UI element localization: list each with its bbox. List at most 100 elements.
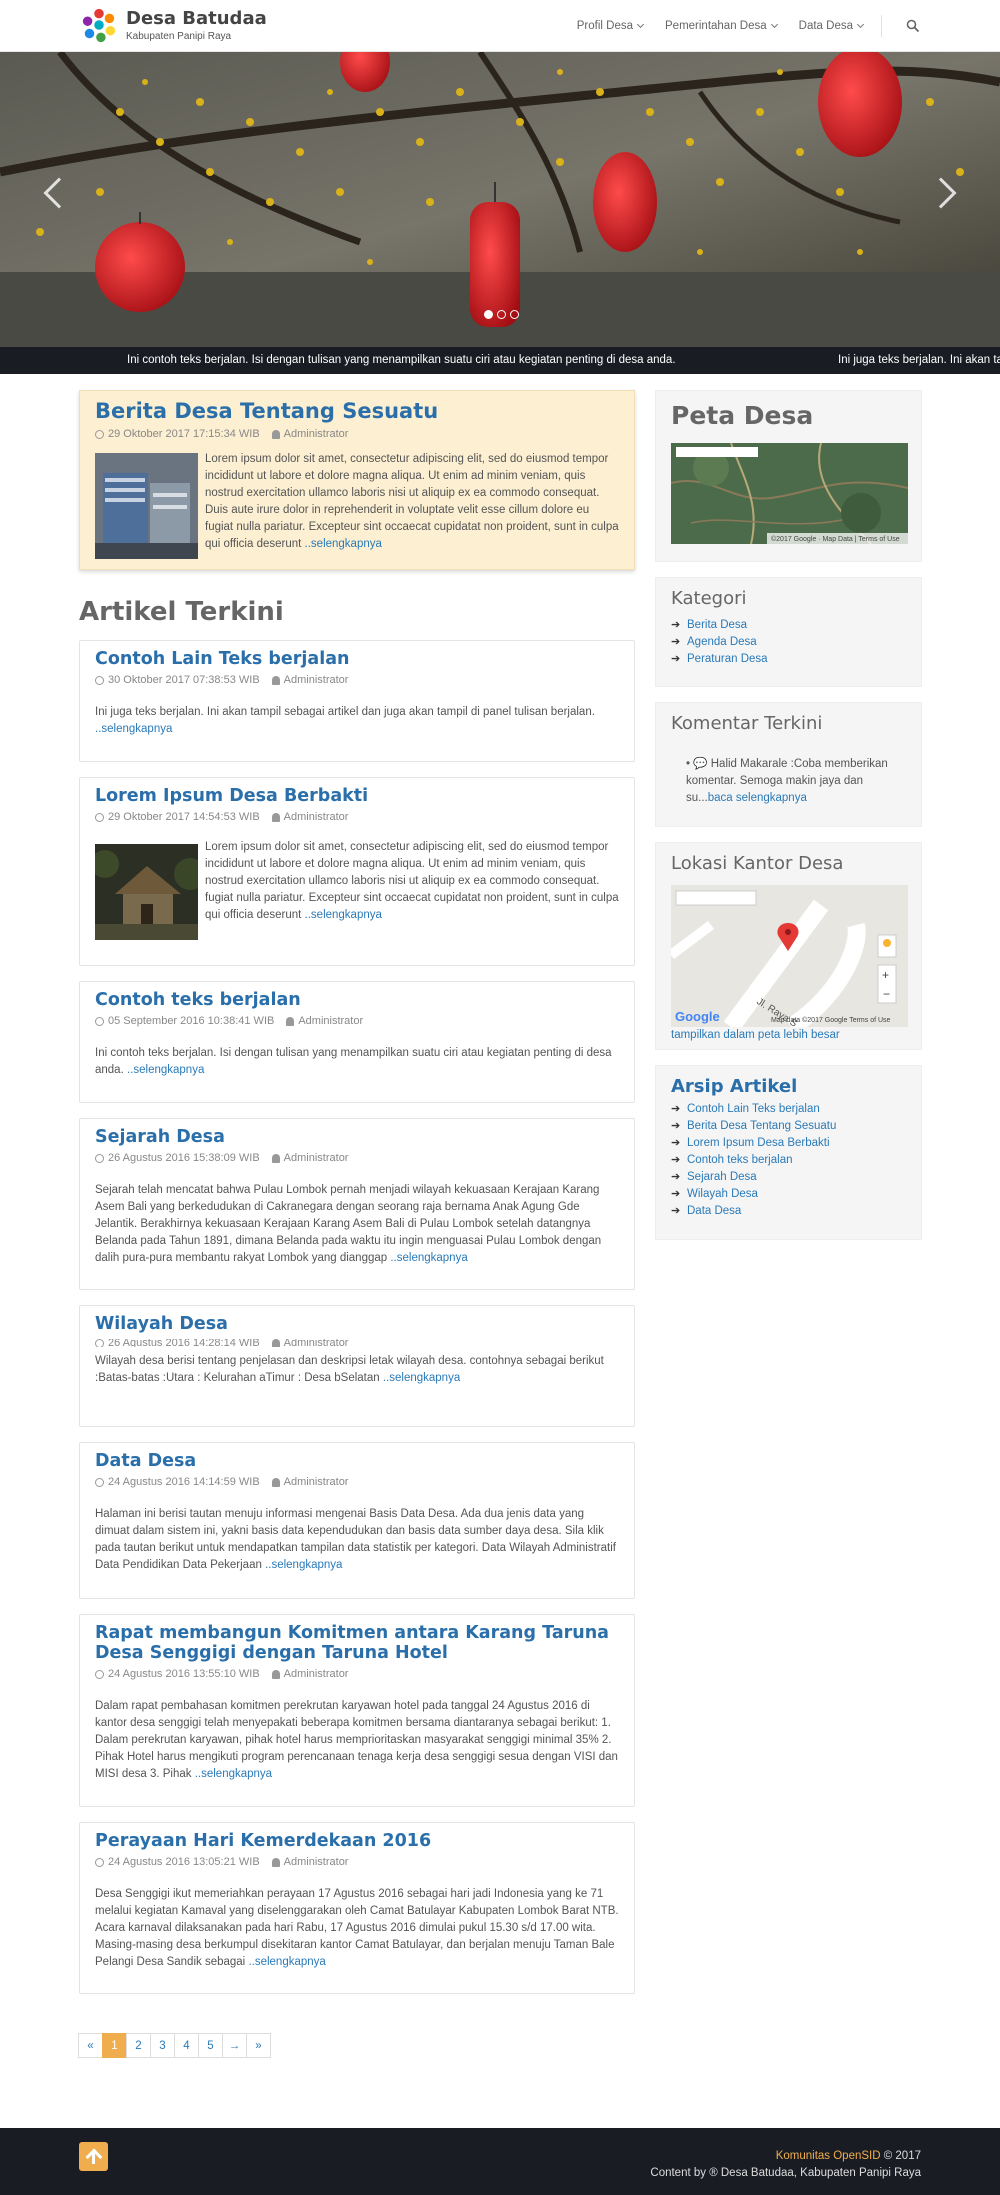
post-thumbnail[interactable] [95, 844, 198, 940]
page-next[interactable]: → [222, 2033, 247, 2058]
post-author: Administrator [283, 1856, 349, 1868]
excerpt-text: Halaman ini berisi tautan menuju informa… [95, 1508, 616, 1571]
slider-dot[interactable] [510, 310, 519, 319]
read-more-link[interactable]: ..selengkapnya [383, 1372, 460, 1384]
page-3[interactable]: 3 [150, 2033, 175, 2058]
post-title[interactable]: Sejarah Desa [95, 1127, 619, 1147]
post-title[interactable]: Perayaan Hari Kemerdekaan 2016 [95, 1831, 619, 1851]
read-more-link[interactable]: ..selengkapnya [305, 909, 382, 921]
slider-dot[interactable] [497, 310, 506, 319]
arsip-link[interactable]: Wilayah Desa [687, 1186, 758, 1203]
list-item: ➔ Sejarah Desa [671, 1169, 906, 1186]
clock-icon [95, 1669, 104, 1679]
slider-dot[interactable] [484, 310, 493, 319]
clock-icon [95, 1477, 104, 1487]
read-more-link[interactable]: ..selengkapnya [390, 1252, 467, 1264]
arsip-link[interactable]: Lorem Ipsum Desa Berbakti [687, 1135, 830, 1152]
footer-year: © 2017 [880, 2150, 921, 2162]
clock-icon [95, 1339, 104, 1347]
logo-icon[interactable] [80, 6, 118, 44]
list-item: ➔ Data Desa [671, 1203, 906, 1220]
article-card: Perayaan Hari Kemerdekaan 2016 24 Agustu… [79, 1822, 635, 1994]
user-icon [271, 429, 280, 439]
post-meta: 29 Oktober 2017 14:54:53 WIB Administrato… [95, 811, 619, 823]
kategori-link[interactable]: Agenda Desa [687, 634, 757, 651]
page-1[interactable]: 1 [102, 2033, 127, 2058]
list-item: ➔ Berita Desa Tentang Sesuatu [671, 1118, 906, 1135]
office-map[interactable]: + − Jl. Raya S Google Map data ©2017 Goo… [671, 885, 908, 1027]
post-author: Administrator [283, 811, 349, 823]
clock-icon [95, 1153, 104, 1163]
featured-post: Berita Desa Tentang Sesuatu 29 Oktober 2… [79, 390, 635, 570]
post-date: 05 September 2016 10:38:41 WIB [108, 1015, 275, 1027]
back-to-top-button[interactable] [79, 2142, 108, 2171]
post-title[interactable]: Berita Desa Tentang Sesuatu [95, 399, 619, 423]
widget-title: Kategori [671, 588, 747, 609]
read-more-link[interactable]: ..selengkapnya [95, 723, 172, 735]
post-excerpt: Wilayah desa berisi tentang penjelasan d… [95, 1353, 619, 1387]
chevron-down-icon [856, 20, 865, 29]
clock-icon [95, 429, 104, 439]
read-more-link[interactable]: ..selengkapnya [248, 1956, 325, 1968]
page-5[interactable]: 5 [198, 2033, 223, 2058]
nav-profil-desa[interactable]: Profil Desa [577, 20, 645, 32]
read-more-link[interactable]: ..selengkapnya [265, 1559, 342, 1571]
arsip-link[interactable]: Contoh Lain Teks berjalan [687, 1101, 820, 1118]
page-2[interactable]: 2 [126, 2033, 151, 2058]
post-title[interactable]: Wilayah Desa [95, 1314, 619, 1334]
village-map[interactable]: ©2017 Google · Map Data | Terms of Use [671, 443, 908, 544]
page-first[interactable]: « [78, 2033, 103, 2058]
nav-divider [881, 15, 882, 37]
sidebar: Peta Desa ©2017 Google · Map Data | Term… [655, 390, 922, 1255]
excerpt-text: Sejarah telah mencatat bahwa Pulau Lombo… [95, 1184, 602, 1264]
list-item: ➔ Wilayah Desa [671, 1186, 906, 1203]
footer-copyright: Komunitas OpenSID © 2017 [776, 2150, 921, 2162]
post-author: Administrator [298, 1015, 364, 1027]
list-item: ➔ Contoh Lain Teks berjalan [671, 1101, 906, 1118]
nav-data-desa[interactable]: Data Desa [798, 20, 865, 32]
hero-slider[interactable] [0, 52, 1000, 347]
post-title[interactable]: Rapat membangun Komitmen antara Karang T… [95, 1623, 619, 1663]
arsip-link[interactable]: Data Desa [687, 1203, 741, 1220]
excerpt-text: Lorem ipsum dolor sit amet, consectetur … [205, 841, 619, 921]
article-card: Contoh teks berjalan 05 September 2016 1… [79, 981, 635, 1103]
excerpt-text: Ini juga teks berjalan. Ini akan tampil … [95, 706, 595, 718]
read-more-link[interactable]: ..selengkapnya [127, 1064, 204, 1076]
page-4[interactable]: 4 [174, 2033, 199, 2058]
post-title[interactable]: Lorem Ipsum Desa Berbakti [95, 786, 619, 806]
read-comment-link[interactable]: baca selengkapnya [708, 792, 807, 804]
read-more-link[interactable]: ..selengkapnya [195, 1768, 272, 1780]
arrow-right-icon: ➔ [671, 1120, 681, 1132]
main-content: Berita Desa Tentang Sesuatu 29 Oktober 2… [79, 390, 635, 2009]
arsip-widget: Arsip Artikel ➔ Contoh Lain Teks berjalan… [655, 1065, 922, 1240]
post-thumbnail[interactable] [95, 453, 198, 559]
nav-pemerintahan-desa[interactable]: Pemerintahan Desa [665, 20, 778, 32]
site-header: Desa Batudaa Kabupaten Panipi Raya Profi… [0, 0, 1000, 52]
nav-label: Data Desa [798, 20, 853, 32]
user-icon [271, 675, 280, 685]
post-title[interactable]: Data Desa [95, 1451, 619, 1471]
chevron-down-icon [770, 20, 778, 29]
kategori-link[interactable]: Berita Desa [687, 617, 747, 634]
site-title[interactable]: Desa Batudaa [126, 8, 267, 29]
post-date: 24 Agustus 2016 14:14:59 WIB [108, 1476, 260, 1488]
search-icon[interactable] [906, 19, 920, 33]
post-title[interactable]: Contoh teks berjalan [95, 990, 619, 1010]
chevron-down-icon [636, 20, 645, 29]
clock-icon [95, 675, 104, 685]
arsip-link[interactable]: Contoh teks berjalan [687, 1152, 792, 1169]
page-last[interactable]: » [246, 2033, 271, 2058]
arsip-link[interactable]: Sejarah Desa [687, 1169, 757, 1186]
kategori-link[interactable]: Peraturan Desa [687, 651, 768, 668]
opensid-link[interactable]: Komunitas OpenSID [776, 2150, 881, 2162]
arsip-link[interactable]: Berita Desa Tentang Sesuatu [687, 1118, 836, 1135]
post-date: 26 Agustus 2016 14:28:14 WIB [108, 1339, 260, 1347]
read-more-link[interactable]: ..selengkapnya [305, 538, 382, 550]
bigger-map-link[interactable]: tampilkan dalam peta lebih besar [671, 1029, 840, 1041]
widget-title: Komentar Terkini [671, 713, 823, 734]
comment-item: • 💬 Halid Makarale :Coba memberikan kome… [671, 756, 906, 807]
post-title[interactable]: Contoh Lain Teks berjalan [95, 649, 619, 669]
excerpt-text: Wilayah desa berisi tentang penjelasan d… [95, 1355, 604, 1384]
excerpt-text: Desa Senggigi ikut memeriahkan perayaan … [95, 1888, 619, 1968]
arrow-right-icon: ➔ [671, 1154, 681, 1166]
